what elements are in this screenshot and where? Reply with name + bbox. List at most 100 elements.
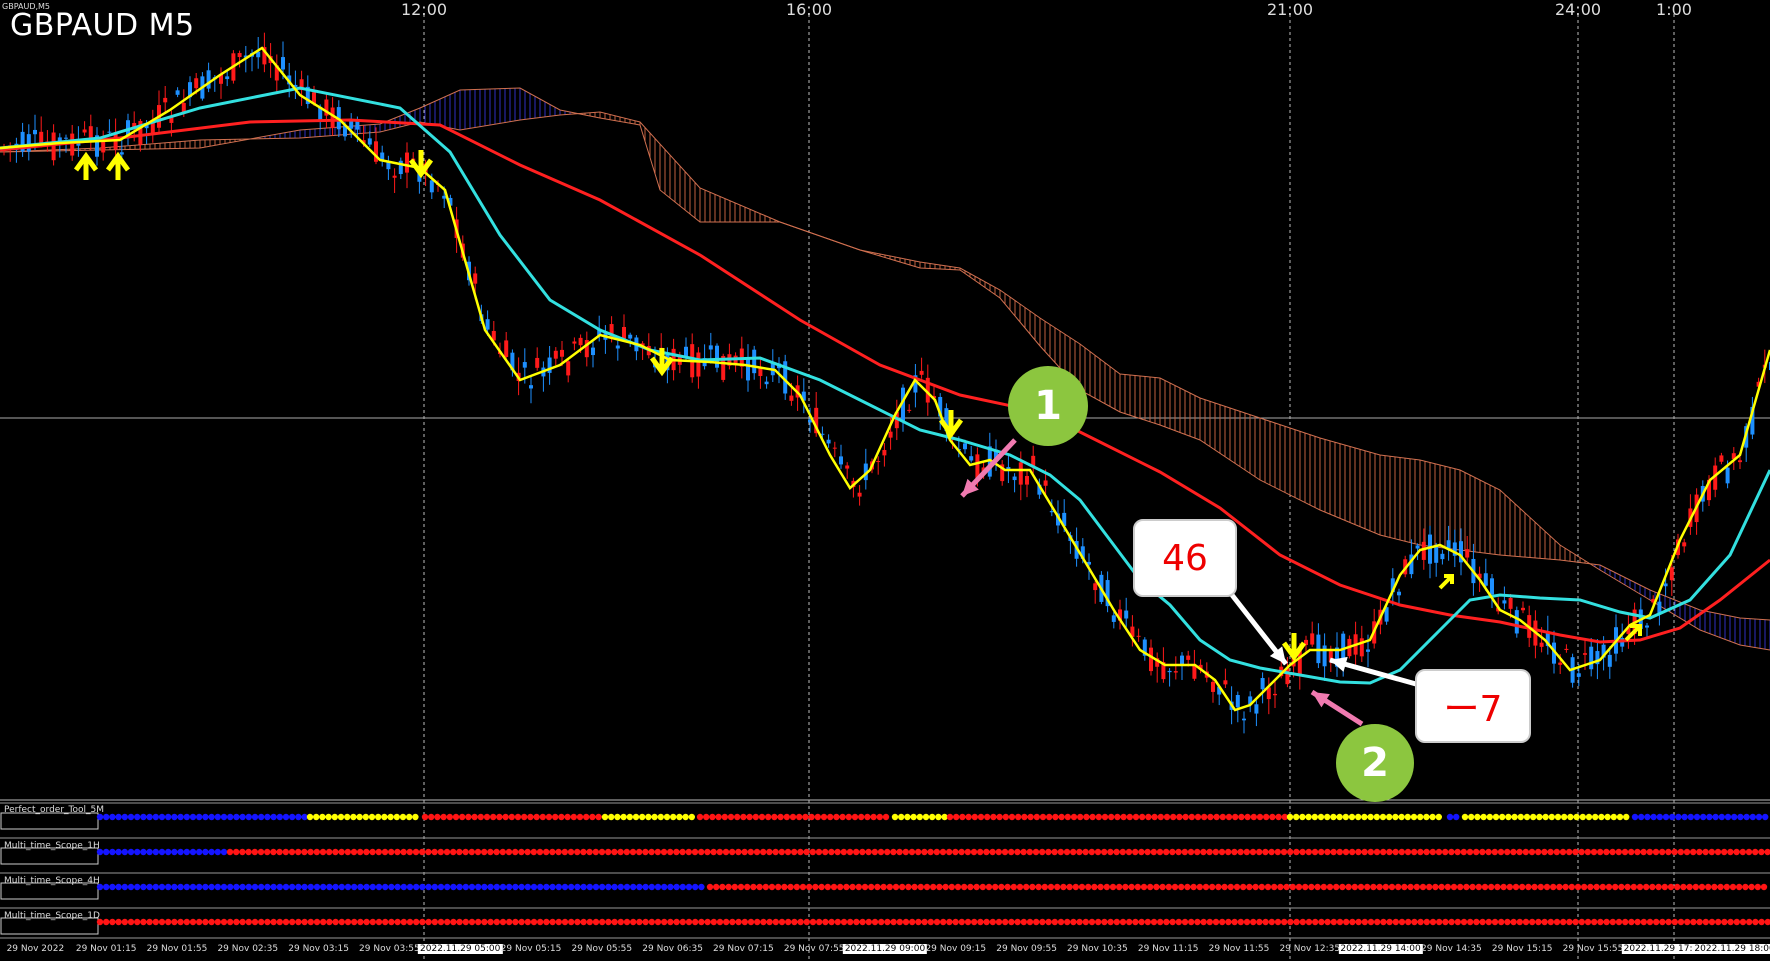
indicator-dot: [375, 848, 382, 856]
indicator-dot: [502, 813, 509, 821]
indicator-dot: [1077, 813, 1084, 821]
indicator-dot: [549, 883, 556, 891]
indicator-dot: [1175, 848, 1182, 856]
indicator-dot: [837, 883, 844, 891]
price-chart[interactable]: [0, 0, 1770, 961]
indicator-dot: [313, 918, 321, 926]
indicator-dot: [1373, 848, 1381, 856]
indicator-dot: [1184, 883, 1191, 891]
indicator-dot: [916, 813, 923, 821]
indicator-dot: [1746, 918, 1753, 926]
indicator-dot: [127, 813, 135, 821]
indicator-dot: [1690, 848, 1697, 856]
indicator-dot: [444, 883, 451, 891]
indicator-dot: [617, 848, 624, 856]
indicator-dot: [276, 883, 283, 891]
indicator-dot: [1616, 813, 1624, 821]
indicator-dot: [459, 813, 466, 821]
indicator-dot: [171, 813, 178, 821]
indicator-dot: [1085, 883, 1092, 891]
indicator-dot: [208, 918, 215, 926]
indicator-dot: [574, 848, 581, 856]
indicator-dot: [570, 813, 577, 821]
indicator-dot: [645, 813, 652, 821]
indicator-dot: [431, 848, 438, 856]
candle-body: [39, 131, 44, 143]
indicator-dot: [313, 848, 320, 856]
candle-body: [1025, 476, 1029, 485]
indicator-dot: [1535, 848, 1542, 856]
indicator-dot: [493, 848, 500, 856]
indicator-dot: [1423, 813, 1430, 821]
indicator-dot: [344, 848, 351, 856]
indicator-dot: [1145, 813, 1152, 821]
indicator-dot: [1454, 848, 1461, 856]
indicator-dot: [338, 848, 345, 856]
indicator-dot: [971, 918, 978, 926]
indicator-dot: [475, 918, 482, 926]
candle-body: [1043, 480, 1048, 486]
indicator-dot: [1506, 883, 1514, 891]
indicator-dot: [822, 918, 829, 926]
indicator-dot: [1736, 883, 1743, 891]
indicator-dot: [827, 813, 834, 821]
candle-body: [1645, 625, 1649, 628]
indicator-dot: [1088, 848, 1096, 856]
indicator-dot: [820, 813, 828, 821]
indicator-dot: [605, 848, 612, 856]
indicator-dot: [514, 813, 522, 821]
indicator-dot: [1723, 883, 1731, 891]
annotation-circle-2: 2: [1336, 724, 1414, 802]
bottom-time-label: 29 Nov 05:55: [571, 944, 633, 954]
indicator-dot: [158, 883, 166, 891]
indicator-dot: [942, 883, 949, 891]
time-label-16: 16:00: [785, 0, 833, 19]
indicator-dot: [839, 813, 846, 821]
indicator-dot: [1268, 918, 1276, 926]
indicator-dot: [737, 883, 745, 891]
indicator-dot: [220, 918, 228, 926]
candle-body: [1576, 673, 1581, 677]
indicator-dot: [1033, 918, 1040, 926]
indicator-dot: [177, 848, 184, 856]
candle-body: [535, 357, 540, 368]
indicator-dot: [264, 848, 271, 856]
indicator-dot: [1182, 813, 1189, 821]
indicator-dot: [1724, 813, 1732, 821]
indicator-dot: [882, 813, 890, 821]
indicator-dot: [270, 848, 277, 856]
candle-body: [1192, 665, 1197, 679]
indicator-dot: [803, 848, 810, 856]
indicator-dot: [381, 813, 388, 821]
indicator-dot: [753, 848, 761, 856]
candle-body: [907, 409, 912, 411]
candle-body: [1607, 654, 1612, 667]
indicator-dot: [115, 848, 122, 856]
indicator-dot: [964, 918, 972, 926]
indicator-dot: [1522, 918, 1530, 926]
indicator-dot: [1153, 883, 1160, 891]
indicator-dot: [127, 918, 135, 926]
indicator-dot: [880, 883, 887, 891]
indicator-dot: [1543, 883, 1551, 891]
indicator-dot: [1163, 813, 1171, 821]
indicator-dot: [1113, 848, 1120, 856]
indicator-dot: [685, 848, 692, 856]
indicator-dot: [1677, 918, 1685, 926]
indicator-dot: [1401, 883, 1408, 891]
indicator-dot: [716, 848, 723, 856]
indicator-dot: [1339, 883, 1346, 891]
indicator-dot: [983, 918, 990, 926]
indicator-dot: [1001, 848, 1009, 856]
indicator-dot: [1442, 918, 1449, 926]
indicator-dot: [465, 813, 472, 821]
indicator-dot: [1388, 883, 1396, 891]
indicator-dot: [289, 813, 296, 821]
indicator-dot: [985, 883, 993, 891]
indicator-dot: [394, 918, 401, 926]
candle-body: [225, 76, 230, 80]
indicator-dot: [654, 918, 662, 926]
indicator-dot: [1330, 918, 1338, 926]
indicator-dot: [1231, 848, 1238, 856]
indicator-dot: [1070, 848, 1077, 856]
